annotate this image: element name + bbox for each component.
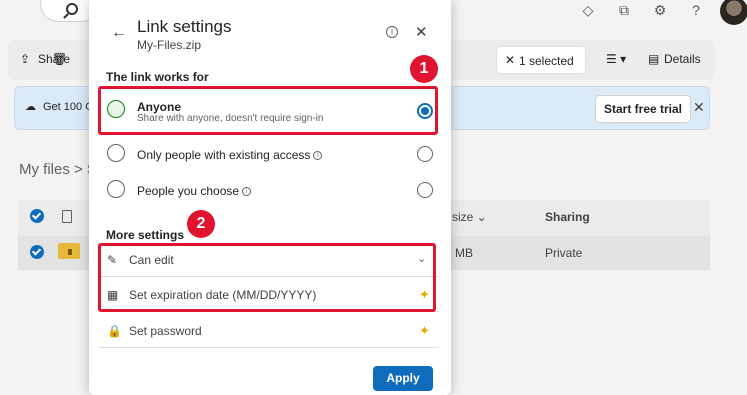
password-field[interactable]: 🔒 Set password ✦ [99,314,439,348]
back-arrow-icon[interactable]: ← [111,24,127,42]
row-checkbox[interactable] [30,245,44,259]
dialog-title: Link settings [137,17,232,36]
info-icon[interactable]: i [242,187,252,197]
dialog-subtitle: My-Files.zip [137,38,202,52]
close-icon: ✕ [505,53,516,67]
share-icon: ⇪ [20,52,31,66]
gear-icon[interactable]: ⚙ [652,2,668,18]
breadcrumb[interactable]: My files > S [19,161,97,178]
storage-icon: ☁ [25,101,36,113]
option-people-you-choose-label: People you choose i [137,184,252,198]
apps-icon[interactable]: ⧉ [616,2,632,18]
link-settings-dialog: ← Link settings My-Files.zip i ✕ The lin… [89,0,451,395]
search-icon [66,3,78,15]
callout-badge-2: 2 [187,210,215,238]
zip-folder-icon [58,243,80,259]
help-icon[interactable]: ? [688,2,704,18]
start-free-trial-button[interactable]: Start free trial [595,95,691,123]
sharing-column-header[interactable]: Sharing [545,210,590,224]
select-all-checkbox[interactable] [30,209,44,223]
option-existing-access-text: Only people with existing access [137,148,311,162]
avatar[interactable] [720,0,747,25]
lock-icon: 🔒 [107,324,122,338]
details-button[interactable]: Details [664,52,701,66]
option-existing-access-label: Only people with existing access i [137,148,323,162]
banner-close-icon[interactable]: ✕ [693,99,705,116]
radio-existing-access[interactable] [417,146,433,162]
option-people-you-choose-text: People you choose [137,184,240,198]
person-icon [107,144,125,162]
delete-icon[interactable]: 🗑 [52,52,67,66]
callout-badge-1: 1 [410,55,438,83]
info-icon[interactable]: i [313,151,323,161]
selection-count-label: 1 selected [519,54,574,68]
callout-highlight-1 [98,86,438,135]
apply-button[interactable]: Apply [373,366,433,391]
option-people-you-choose[interactable]: People you choose i [99,172,439,212]
sort-icon[interactable]: ☰ ▾ [606,52,626,66]
size-header-label: size [452,210,474,224]
password-placeholder: Set password [129,324,202,338]
file-type-icon [62,210,72,223]
premium-sparkle-icon: ✦ [419,323,430,338]
link-works-for-heading: The link works for [106,70,209,84]
option-existing-access[interactable]: Only people with existing access i [99,136,439,176]
callout-highlight-2 [98,243,436,312]
close-icon[interactable]: ✕ [415,23,428,41]
details-icon: ▤ [648,52,660,66]
selection-count-button[interactable]: ✕ 1 selected [496,46,586,74]
radio-people-you-choose[interactable] [417,182,433,198]
more-settings-heading: More settings [106,228,185,242]
diamond-icon[interactable]: ◇ [580,2,596,18]
row-sharing: Private [545,246,583,260]
size-column-header[interactable]: size ⌄ [452,210,487,224]
people-icon [107,180,125,198]
row-size: MB [455,246,473,260]
info-icon[interactable]: i [386,26,398,38]
